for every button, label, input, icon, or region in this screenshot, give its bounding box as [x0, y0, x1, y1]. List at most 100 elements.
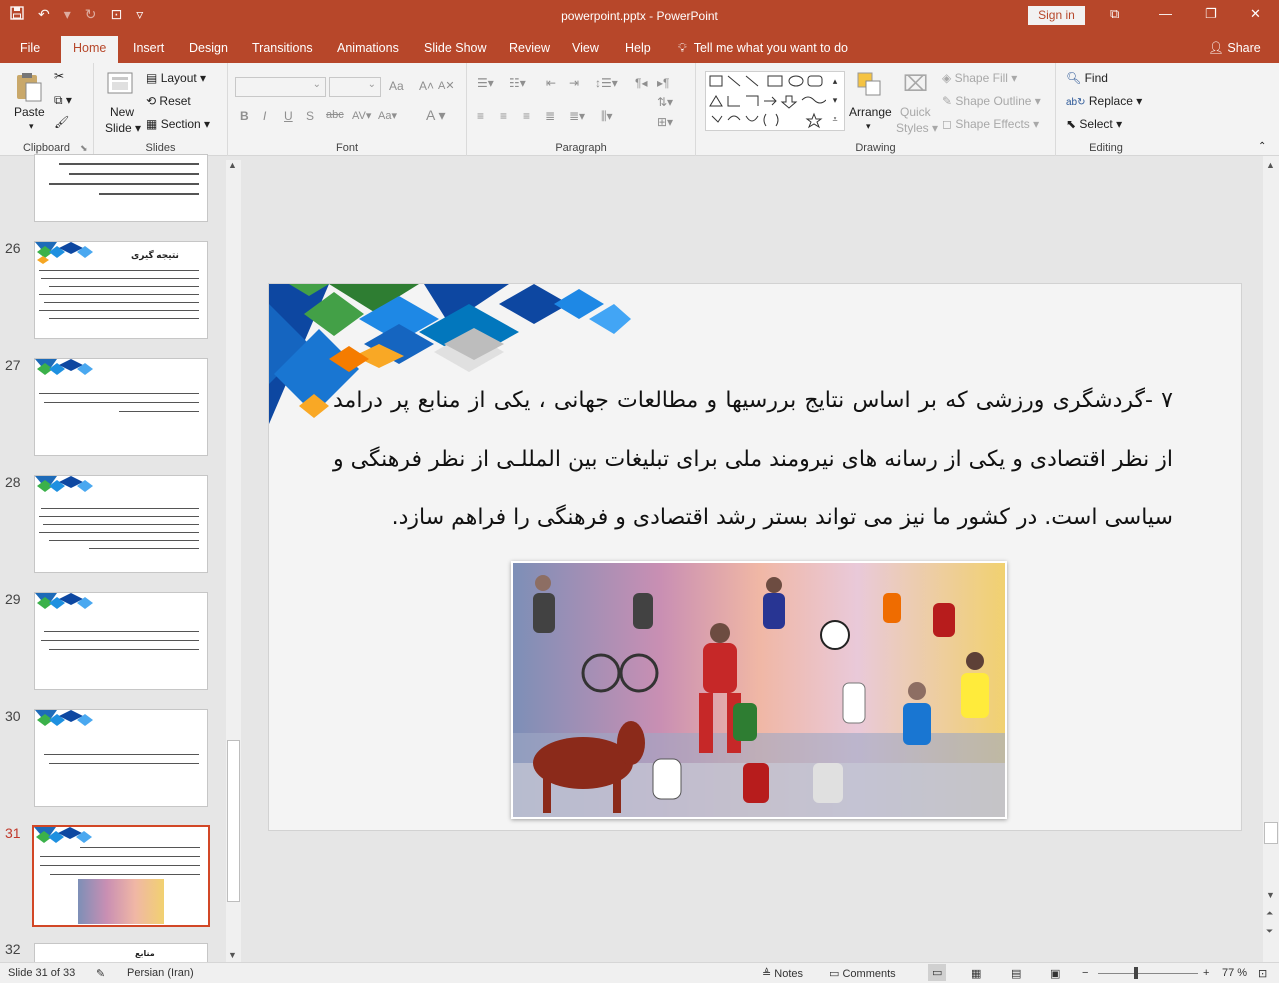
align-text-icon[interactable]: ⊞▾	[657, 115, 673, 129]
fit-slide-icon[interactable]: ⊡	[1258, 967, 1267, 980]
paste-label[interactable]: Paste	[14, 105, 45, 119]
slide-body-text[interactable]: ۷ -گردشگری ورزشی که بر اساس نتایج بررسیه…	[333, 372, 1173, 548]
tab-help[interactable]: Help	[625, 41, 651, 55]
cut-icon[interactable]: ✂	[54, 69, 64, 83]
previous-slide-icon[interactable]: ⏶	[1266, 908, 1273, 919]
restore-icon[interactable]: ❐	[1205, 6, 1217, 22]
clear-format-icon[interactable]: A✕	[438, 79, 455, 92]
slideshow-view-icon[interactable]: ▣	[1050, 967, 1060, 980]
ltr-icon[interactable]: ▸¶	[657, 76, 669, 90]
shadow-button[interactable]: S	[306, 109, 314, 123]
paste-dropdown-icon[interactable]: ▾	[29, 121, 34, 132]
new-slide-label-2[interactable]: Slide ▾	[105, 121, 141, 135]
arrange-icon[interactable]	[856, 71, 884, 102]
reset-button[interactable]: ⟲ Reset	[146, 94, 191, 108]
close-icon[interactable]: ✕	[1250, 6, 1261, 22]
current-slide[interactable]: ۷ -گردشگری ورزشی که بر اساس نتایج بررسیه…	[268, 283, 1242, 831]
ribbon-display-icon[interactable]: ⧉	[1110, 6, 1119, 22]
reading-view-icon[interactable]: ▤	[1011, 967, 1021, 980]
replace-button[interactable]: ab↻ Replace ▾	[1066, 94, 1142, 108]
shapes-scroll[interactable]: ▴ ▾ ⩡	[826, 71, 845, 131]
select-button[interactable]: ⬉ Select ▾	[1066, 117, 1122, 131]
slide-sorter-icon[interactable]: ▦	[971, 967, 981, 980]
tab-slide-show[interactable]: Slide Show	[424, 41, 487, 55]
scroll-down-icon[interactable]: ▼	[1266, 890, 1275, 900]
arrange-button[interactable]: Arrange	[849, 105, 892, 119]
shapes-gallery[interactable]	[705, 71, 845, 131]
new-slide-button[interactable]	[106, 69, 136, 99]
align-center-icon[interactable]: ≡	[500, 109, 507, 123]
quick-styles-label-2[interactable]: Styles ▾	[896, 121, 938, 135]
thumbnail-slide-32[interactable]: منابع	[34, 943, 208, 963]
quick-styles-icon[interactable]: ⌧	[903, 71, 928, 97]
align-left-icon[interactable]: ≡	[477, 109, 484, 123]
normal-view-icon[interactable]: ▭	[928, 964, 947, 981]
shape-fill-button[interactable]: ◈ Shape Fill ▾	[942, 71, 1017, 85]
quick-styles-label-1[interactable]: Quick	[900, 105, 931, 119]
scroll-up-icon[interactable]: ▲	[228, 160, 237, 170]
line-spacing-icon[interactable]: ↕☰▾	[595, 76, 618, 90]
sports-collage-image[interactable]	[511, 561, 1007, 819]
thumbnail-slide-28[interactable]	[34, 475, 208, 573]
align-right-icon[interactable]: ≡	[523, 109, 530, 123]
tab-design[interactable]: Design	[189, 41, 228, 55]
tab-animations[interactable]: Animations	[337, 41, 399, 55]
thumbnail-slide-26[interactable]: نتیجه گیری	[34, 241, 208, 339]
thumbnail-slide-30[interactable]	[34, 709, 208, 807]
arrange-dropdown-icon[interactable]: ▾	[866, 121, 871, 132]
rtl-icon[interactable]: ¶◂	[635, 76, 647, 90]
font-color-button[interactable]: A ▾	[426, 107, 446, 124]
scroll-thumb[interactable]	[227, 740, 240, 902]
scroll-down-icon[interactable]: ▼	[228, 950, 237, 960]
shape-effects-button[interactable]: ◻ Shape Effects ▾	[942, 117, 1039, 131]
increase-font-button[interactable]: Aa	[389, 79, 404, 93]
tab-insert[interactable]: Insert	[133, 41, 164, 55]
zoom-slider[interactable]	[1098, 973, 1198, 974]
notes-button[interactable]: ≜ Notes	[762, 967, 803, 980]
thumbnail-slide-31[interactable]	[32, 825, 210, 927]
next-slide-icon[interactable]: ⏷	[1266, 926, 1273, 937]
tell-me-search[interactable]: 💡︎ Tell me what you want to do	[678, 41, 848, 56]
columns-icon[interactable]: ⫼▾	[601, 109, 613, 124]
zoom-out-icon[interactable]: −	[1082, 967, 1088, 979]
distributed-icon[interactable]: ≣▾	[569, 109, 585, 123]
numbering-icon[interactable]: ☷▾	[509, 76, 526, 90]
increase-indent-icon[interactable]: ⇥	[569, 76, 579, 90]
collapse-ribbon-icon[interactable]: ⌃	[1258, 141, 1266, 152]
shape-outline-button[interactable]: ✎ Shape Outline ▾	[942, 94, 1041, 108]
thumbnail-slide-27[interactable]	[34, 358, 208, 456]
paste-button[interactable]	[14, 71, 44, 103]
thumbnail-slide-25[interactable]	[34, 154, 208, 222]
scroll-thumb[interactable]	[1264, 822, 1278, 844]
section-button[interactable]: ▦ Section ▾	[146, 117, 210, 131]
new-slide-label-1[interactable]: New	[110, 105, 134, 119]
font-size-combo[interactable]: ⌄	[329, 77, 381, 97]
italic-button[interactable]: I	[263, 109, 266, 123]
strikethrough-button[interactable]: abc	[326, 109, 344, 121]
tab-view[interactable]: View	[572, 41, 599, 55]
thumbnail-slide-29[interactable]	[34, 592, 208, 690]
char-spacing-button[interactable]: AV▾	[352, 109, 371, 122]
copy-icon[interactable]: ⧉ ▾	[54, 93, 72, 108]
zoom-level[interactable]: 77 %	[1222, 967, 1247, 979]
zoom-in-icon[interactable]: +	[1203, 967, 1209, 979]
language-indicator[interactable]: Persian (Iran)	[127, 967, 194, 979]
tab-transitions[interactable]: Transitions	[252, 41, 313, 55]
share-button[interactable]: 👤︎ Share	[1208, 41, 1261, 56]
slide-scrollbar[interactable]: ▲ ▼ ⏶ ⏷	[1263, 156, 1279, 962]
font-name-combo[interactable]: ⌄	[235, 77, 326, 97]
underline-button[interactable]: U	[284, 109, 293, 123]
spellcheck-icon[interactable]: ✎	[96, 967, 105, 980]
tab-file[interactable]: File	[20, 41, 40, 55]
decrease-indent-icon[interactable]: ⇤	[546, 76, 556, 90]
bullets-icon[interactable]: ☰▾	[477, 76, 494, 90]
comments-button[interactable]: ▭ Comments	[829, 967, 896, 980]
justify-icon[interactable]: ≣	[545, 109, 555, 123]
bold-button[interactable]: B	[240, 109, 249, 123]
tab-home[interactable]: Home	[61, 36, 119, 63]
sign-in-button[interactable]: Sign in	[1028, 6, 1085, 25]
zoom-slider-thumb[interactable]	[1134, 967, 1138, 979]
text-direction-icon[interactable]: ⇅▾	[657, 95, 673, 109]
scroll-up-icon[interactable]: ▲	[1266, 160, 1275, 170]
clipboard-launcher-icon[interactable]: ⬊	[80, 143, 88, 154]
